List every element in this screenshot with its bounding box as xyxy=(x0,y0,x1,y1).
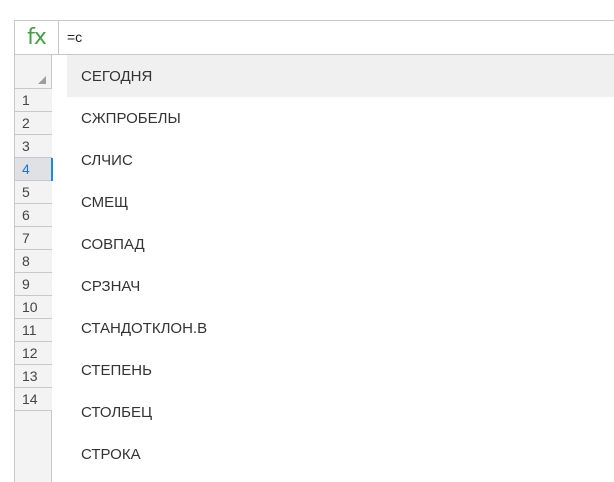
formula-input[interactable]: =с xyxy=(67,21,82,54)
autocomplete-item[interactable]: СРЗНАЧ xyxy=(67,265,614,307)
row-header-2[interactable]: 2 xyxy=(15,112,52,135)
autocomplete-item[interactable]: СТЕПЕНЬ xyxy=(67,349,614,391)
autocomplete-item[interactable]: СТОЛБЕЦ xyxy=(67,391,614,433)
row-header-5[interactable]: 5 xyxy=(15,181,52,204)
autocomplete-item[interactable]: СМЕЩ xyxy=(67,181,614,223)
row-header-8[interactable]: 8 xyxy=(15,250,52,273)
formula-bar: fx =с xyxy=(14,20,614,55)
function-autocomplete-list: СЕГОДНЯ СЖПРОБЕЛЫ СЛЧИС СМЕЩ СОВПАД СРЗНАЧ СТА… xyxy=(67,55,614,482)
select-all-triangle-icon xyxy=(38,76,46,84)
row-header-11[interactable]: 11 xyxy=(15,319,52,342)
autocomplete-item[interactable]: СТАНДОТКЛОН.В xyxy=(67,307,614,349)
row-header-6[interactable]: 6 xyxy=(15,204,52,227)
autocomplete-item[interactable]: СОВПАД xyxy=(67,223,614,265)
row-header-4[interactable]: 4 xyxy=(15,158,52,181)
row-header-12[interactable]: 12 xyxy=(15,342,52,365)
autocomplete-item[interactable]: СЖПРОБЕЛЫ xyxy=(67,97,614,139)
row-header-9[interactable]: 9 xyxy=(15,273,52,296)
active-row-indicator xyxy=(51,158,53,181)
fx-icon[interactable]: fx xyxy=(15,21,59,54)
select-all-corner[interactable] xyxy=(15,55,52,89)
row-header-14[interactable]: 14 xyxy=(15,388,52,411)
row-header-7[interactable]: 7 xyxy=(15,227,52,250)
autocomplete-item[interactable]: СТРОКА xyxy=(67,433,614,475)
row-header-3[interactable]: 3 xyxy=(15,135,52,158)
row-header-1[interactable]: 1 xyxy=(15,89,52,112)
row-header-10[interactable]: 10 xyxy=(15,296,52,319)
row-header-13[interactable]: 13 xyxy=(15,365,52,388)
row-header-column: 1 2 3 4 5 6 7 8 9 10 11 12 13 14 xyxy=(15,55,53,482)
autocomplete-item[interactable]: СЛЧИС xyxy=(67,139,614,181)
autocomplete-item[interactable]: СЕГОДНЯ xyxy=(67,55,614,97)
